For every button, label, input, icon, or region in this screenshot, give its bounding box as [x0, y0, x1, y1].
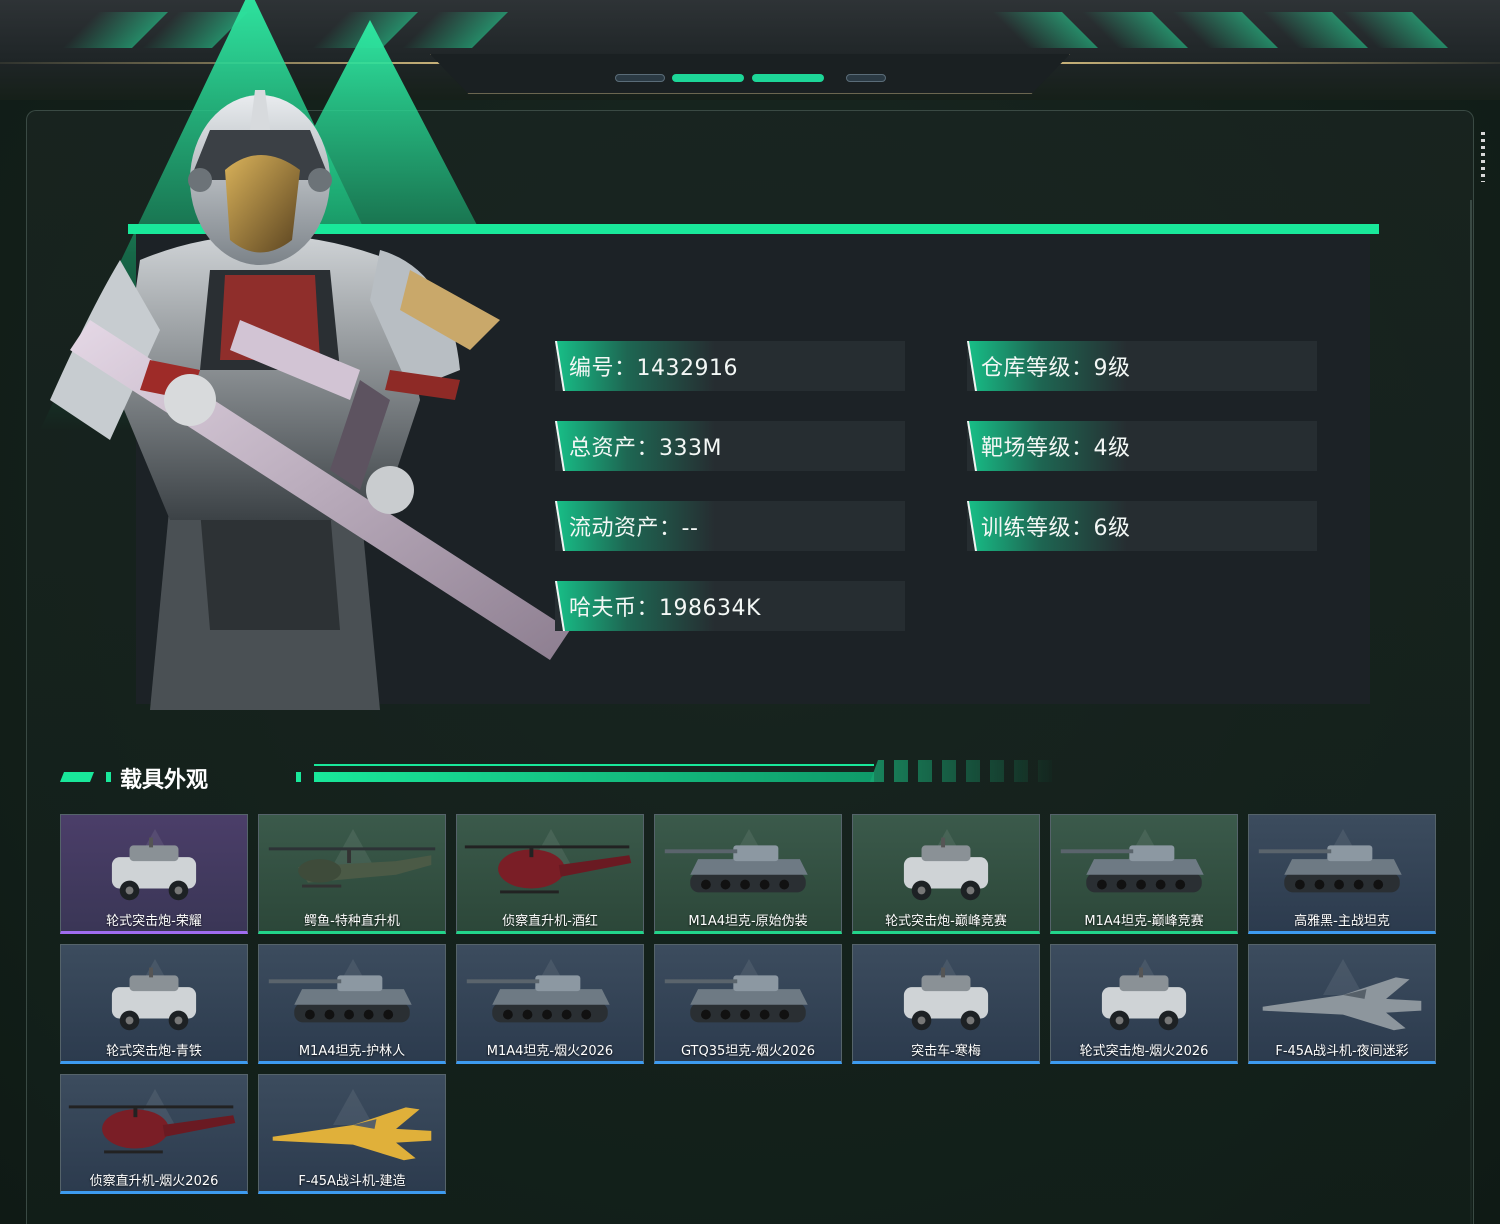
vehicle-skin-name: GTQ35坦克-烟火2026 [680, 1044, 816, 1059]
armored-car-icon [1101, 967, 1187, 1031]
field-haf-coin: 哈夫币：198634K [555, 581, 905, 631]
armored-car-icon [903, 837, 989, 901]
jet-icon [272, 1107, 432, 1161]
header-stripe [1082, 12, 1188, 48]
tank-icon [1060, 845, 1204, 893]
field-player-id: 编号：1432916 [555, 341, 905, 391]
field-label: 编号：1432916 [569, 356, 738, 381]
header-pill [615, 74, 665, 82]
field-total-assets: 总资产：333M [555, 421, 905, 471]
field-label: 哈夫币：198634K [569, 596, 761, 621]
attack-heli-icon [268, 847, 436, 888]
tank-icon [664, 975, 808, 1023]
vehicle-skin-card[interactable]: 轮式突击炮-青铁 [60, 944, 248, 1064]
header-mark [296, 772, 301, 782]
field-liquid-assets: 流动资产：-- [555, 501, 905, 551]
frame-line [1470, 200, 1472, 1224]
vehicle-skin-card[interactable]: 侦察直升机-烟火2026 [60, 1074, 248, 1194]
vehicle-skin-card[interactable]: 高雅黑-主战坦克 [1248, 814, 1436, 934]
header-pill [846, 74, 886, 82]
vehicle-skin-name: 侦察直升机-烟火2026 [89, 1174, 219, 1189]
vehicle-skin-card[interactable]: F-45A战斗机-夜间迷彩 [1248, 944, 1436, 1064]
vehicle-skin-card[interactable]: 轮式突击炮-巅峰竞赛 [852, 814, 1040, 934]
header-mark [60, 772, 94, 782]
field-warehouse-level: 仓库等级：9级 [967, 341, 1317, 391]
scout-heli-icon [68, 1105, 236, 1154]
section-title: 载具外观 [120, 768, 209, 793]
vehicle-skin-card[interactable]: 鳄鱼-特种直升机 [258, 814, 446, 934]
field-label: 仓库等级：9级 [981, 356, 1131, 381]
header-bar [314, 764, 874, 766]
vehicle-skin-card[interactable]: 突击车-寒梅 [852, 944, 1040, 1064]
vehicle-skin-name: 轮式突击炮-巅峰竞赛 [885, 914, 1007, 929]
vehicle-skin-card[interactable]: 轮式突击炮-荣耀 [60, 814, 248, 934]
header-pill [752, 74, 824, 82]
field-label: 靶场等级：4级 [981, 436, 1131, 461]
vehicle-skin-name: 鳄鱼-特种直升机 [304, 914, 400, 929]
vehicle-skin-name: F-45A战斗机-建造 [298, 1174, 406, 1189]
header-stripe [402, 12, 508, 48]
vehicle-skin-card[interactable]: M1A4坦克-护林人 [258, 944, 446, 1064]
field-label: 训练等级：6级 [981, 516, 1131, 541]
armored-car-icon [903, 967, 989, 1031]
field-training-level: 训练等级：6级 [967, 501, 1317, 551]
vehicle-skin-card[interactable]: 侦察直升机-酒红 [456, 814, 644, 934]
header-bar [314, 772, 874, 782]
vehicle-skin-name: M1A4坦克-巅峰竞赛 [1084, 914, 1204, 929]
field-label: 总资产：333M [569, 436, 722, 461]
vehicle-section-header: 载具外观 [60, 758, 1070, 798]
vehicle-skin-name: 突击车-寒梅 [911, 1044, 981, 1059]
vehicle-skin-card[interactable]: 轮式突击炮-烟火2026 [1050, 944, 1238, 1064]
vehicle-skin-card[interactable]: F-45A战斗机-建造 [258, 1074, 446, 1194]
tank-icon [466, 975, 610, 1023]
frame-dots [1481, 132, 1485, 182]
header-pill [672, 74, 744, 82]
vehicle-skin-card[interactable]: M1A4坦克-烟火2026 [456, 944, 644, 1064]
jet-icon [1262, 977, 1422, 1031]
armored-car-icon [111, 837, 197, 901]
vehicle-skin-card[interactable]: M1A4坦克-巅峰竞赛 [1050, 814, 1238, 934]
field-range-level: 靶场等级：4级 [967, 421, 1317, 471]
vehicle-skin-name: M1A4坦克-护林人 [298, 1044, 406, 1059]
armored-car-icon [111, 967, 197, 1031]
vehicle-skin-name: 轮式突击炮-烟火2026 [1079, 1044, 1209, 1059]
vehicle-skin-name: 轮式突击炮-青铁 [106, 1044, 202, 1059]
header-checker [870, 760, 1060, 782]
tank-icon [268, 975, 412, 1023]
vehicle-skin-card[interactable]: M1A4坦克-原始伪装 [654, 814, 842, 934]
field-label: 流动资产：-- [569, 516, 699, 541]
vehicle-skin-name: 轮式突击炮-荣耀 [106, 914, 202, 929]
vehicle-skin-name: F-45A战斗机-夜间迷彩 [1275, 1044, 1409, 1059]
operator-avatar [50, 90, 570, 710]
scout-heli-icon [464, 845, 632, 894]
header-stripe [1172, 12, 1278, 48]
header-mark [106, 772, 111, 782]
tank-icon [1258, 845, 1402, 893]
vehicle-skin-card[interactable]: GTQ35坦克-烟火2026 [654, 944, 842, 1064]
header-stripe [992, 12, 1098, 48]
vehicle-skin-name: 侦察直升机-酒红 [502, 914, 598, 929]
vehicle-skin-name: M1A4坦克-原始伪装 [688, 914, 808, 929]
vehicle-skin-name: M1A4坦克-烟火2026 [486, 1044, 614, 1059]
vehicle-skin-name: 高雅黑-主战坦克 [1294, 914, 1390, 929]
tank-icon [664, 845, 808, 893]
